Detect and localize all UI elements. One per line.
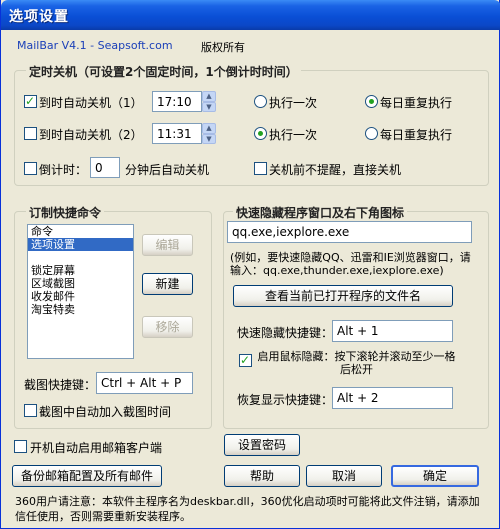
list-item[interactable]: 选项设置 [28,238,133,251]
help-button[interactable]: 帮助 [224,465,300,487]
ok-button[interactable]: 确定 [391,465,479,487]
screenshot-hotkey-input[interactable]: Ctrl + Alt + P [96,372,193,394]
timer1-spinner[interactable]: ▲ ▼ [202,91,216,112]
shutdown-legend: 定时关机（可设置2个固定时间，1个倒计时时间） [26,63,301,80]
add-time-label: 截图中自动加入截图时间 [39,405,172,419]
spin-down-icon[interactable]: ▼ [202,101,216,112]
spin-up-icon[interactable]: ▲ [202,91,216,102]
no-prompt-label: 关机前不提醒，直接关机 [269,163,402,177]
notice-text: 360用户请注意：本软件主程序名为deskbar.dll，360优化启动项时可能… [15,495,480,523]
timer2-label: 到时自动关机（2） [39,128,143,142]
list-item[interactable]: 区域截图 [28,277,133,290]
autostart-label: 开机自动启用邮箱客户端 [30,441,163,455]
window-title: 选项设置 [9,9,69,25]
timer2-spinner[interactable]: ▲ ▼ [202,123,216,144]
no-prompt-checkbox[interactable] [254,162,267,175]
hide-hotkey-input[interactable]: Alt + 1 [332,320,453,342]
quick-commands-legend: 订制快捷命令 [26,204,105,221]
backup-button[interactable]: 备份邮箱配置及所有邮件 [12,465,162,487]
countdown-label: 倒计时： [39,163,88,177]
timer1-once-radio[interactable] [254,95,267,108]
product-name: MailBar V4.1 - Seapsoft.com [17,39,173,52]
timer1-label: 到时自动关机（1） [39,96,143,110]
options-window: 选项设置 MailBar V4.1 - Seapsoft.com 版权所有 定时… [0,0,500,529]
list-item[interactable]: 锁定屏幕 [28,264,133,277]
autostart-checkbox[interactable] [14,440,27,453]
restore-hotkey-input[interactable]: Alt + 2 [332,387,453,409]
programs-input[interactable]: qq.exe,iexplore.exe [227,221,472,243]
list-item[interactable]: 淘宝特卖 [28,303,133,316]
countdown-minutes-input[interactable]: 0 [90,157,120,178]
timer1-daily-label: 每日重复执行 [380,96,453,110]
timer1-time-input[interactable]: 17:10 [152,91,202,112]
list-item[interactable]: 命令 [28,225,133,238]
mouse-hide-checkbox[interactable] [239,352,252,368]
hide-windows-legend: 快速隐藏程序窗口及右下角图标 [233,204,408,221]
view-open-programs-button[interactable]: 查看当前已打开程序的文件名 [233,285,453,307]
title-bar[interactable]: 选项设置 [1,0,500,30]
programs-hint: (例如，要快速隐藏QQ、迅雷和IE浏览器窗口，请输入：qq.exe,thunde… [230,251,471,277]
timer2-daily-radio[interactable] [365,127,378,140]
new-button[interactable]: 新建 [142,273,193,295]
copyright-text: 版权所有 [201,41,245,54]
timer1-daily-radio[interactable] [365,95,378,108]
restore-hotkey-label: 恢复显示快捷键： [237,393,334,407]
timer1-once-label: 执行一次 [269,96,318,110]
list-item[interactable]: 收发邮件 [28,290,133,303]
countdown-suffix: 分钟后自动关机 [125,163,210,177]
timer1-checkbox[interactable] [24,93,37,109]
edit-button[interactable]: 编辑 [142,234,193,256]
command-list[interactable]: 命令 选项设置 锁定屏幕 区域截图 收发邮件 淘宝特卖 [27,224,134,359]
screenshot-hotkey-label: 截图快捷键： [24,378,97,392]
timer2-once-radio[interactable] [254,127,267,140]
spin-up-icon[interactable]: ▲ [202,123,216,134]
timer2-checkbox[interactable] [24,127,37,140]
countdown-checkbox[interactable] [24,162,37,175]
hide-hotkey-label: 快速隐藏快捷键： [237,326,334,340]
spin-down-icon[interactable]: ▼ [202,133,216,144]
list-item[interactable] [28,251,133,264]
remove-button[interactable]: 移除 [142,316,193,338]
add-time-checkbox[interactable] [24,404,37,417]
timer2-daily-label: 每日重复执行 [380,128,453,142]
set-password-button[interactable]: 设置密码 [224,434,300,456]
timer2-time-input[interactable]: 11:31 [152,123,202,144]
mouse-hide-label: 启用鼠标隐藏：按下滚轮并滚动至少一格后松开 [257,350,456,376]
timer2-once-label: 执行一次 [269,128,318,142]
cancel-button[interactable]: 取消 [306,465,382,487]
